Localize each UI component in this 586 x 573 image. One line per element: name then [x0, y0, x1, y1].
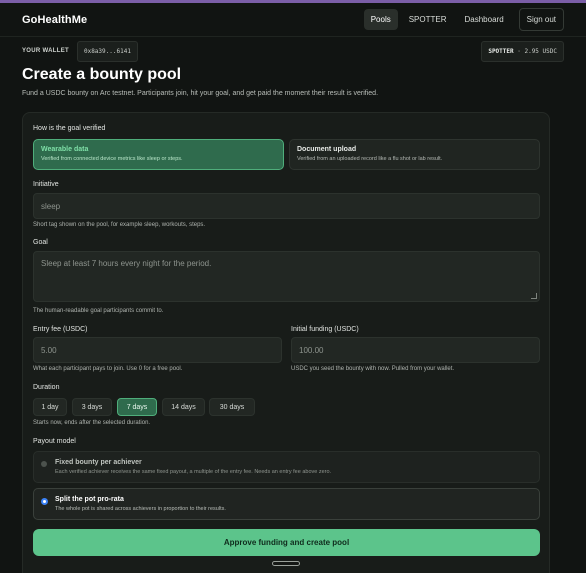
- payout-option-pro-rata[interactable]: Split the pot pro-rata The whole pot is …: [33, 488, 540, 520]
- radio-icon[interactable]: [41, 461, 47, 467]
- wallet-balance: SPOTTER · 2.95 USDC: [481, 40, 564, 62]
- entry-fee-input[interactable]: 5.00: [33, 337, 282, 363]
- nav-spotter[interactable]: SPOTTER: [402, 9, 454, 30]
- option-desc: Verified from an uploaded record like a …: [297, 156, 443, 162]
- page-subtitle: Fund a USDC bounty on Arc testnet. Parti…: [22, 90, 379, 97]
- goal-textarea[interactable]: Sleep at least 7 hours every night for t…: [33, 251, 540, 302]
- radio-selected-icon[interactable]: [41, 498, 48, 505]
- scroll-handle[interactable]: [272, 561, 300, 566]
- wallet-bar: YOUR WALLET 0x8a39...6141 SPOTTER · 2.95…: [0, 38, 586, 64]
- top-nav: GoHealthMe Pools SPOTTER Dashboard Sign …: [0, 3, 586, 37]
- payout-desc: The whole pot is shared across achievers…: [55, 506, 226, 512]
- goal-hint: The human-readable goal participants com…: [33, 308, 164, 314]
- entry-fee-label: Entry fee (USDC): [33, 326, 88, 333]
- entry-fee-hint: What each participant pays to join. Use …: [33, 366, 183, 372]
- goal-placeholder: Sleep at least 7 hours every night for t…: [41, 259, 212, 268]
- duration-7-days[interactable]: 7 days: [117, 398, 157, 416]
- approve-and-create-button[interactable]: Approve funding and create pool: [33, 529, 540, 556]
- duration-14-days[interactable]: 14 days: [162, 398, 205, 416]
- verification-label: How is the goal verified: [33, 125, 106, 132]
- create-pool-form: How is the goal verified Wearable data V…: [22, 112, 550, 573]
- wallet-label: YOUR WALLET: [22, 48, 69, 54]
- initiative-hint: Short tag shown on the pool, for example…: [33, 222, 206, 228]
- nav-dashboard[interactable]: Dashboard: [458, 9, 511, 30]
- duration-30-days[interactable]: 30 days: [209, 398, 255, 416]
- initiative-label: Initiative: [33, 181, 59, 188]
- payout-title: Fixed bounty per achiever: [55, 459, 142, 466]
- goal-label: Goal: [33, 239, 48, 246]
- payout-title: Split the pot pro-rata: [55, 496, 124, 503]
- sign-out-button[interactable]: Sign out: [518, 8, 564, 31]
- verify-option-wearable[interactable]: Wearable data Verified from connected de…: [33, 139, 284, 170]
- initial-funding-label: Initial funding (USDC): [291, 326, 359, 333]
- option-title: Wearable data: [41, 146, 89, 153]
- wallet-address[interactable]: 0x8a39...6141: [76, 40, 138, 62]
- nav-links: Pools SPOTTER Dashboard Sign out: [363, 8, 564, 31]
- duration-label: Duration: [33, 384, 60, 391]
- initial-funding-hint: USDC you seed the bounty with now. Pulle…: [291, 366, 455, 372]
- initial-funding-input[interactable]: 100.00: [291, 337, 540, 363]
- payout-option-fixed[interactable]: Fixed bounty per achiever Each verified …: [33, 451, 540, 483]
- initiative-input[interactable]: sleep: [33, 193, 540, 219]
- balance-name: SPOTTER: [488, 47, 514, 55]
- duration-1-day[interactable]: 1 day: [33, 398, 67, 416]
- payout-label: Payout model: [33, 438, 76, 445]
- duration-3-days[interactable]: 3 days: [72, 398, 112, 416]
- option-title: Document upload: [297, 146, 357, 153]
- verify-option-document[interactable]: Document upload Verified from an uploade…: [289, 139, 540, 170]
- nav-pools[interactable]: Pools: [363, 9, 398, 30]
- balance-value: · 2.95 USDC: [517, 47, 557, 55]
- page-title: Create a bounty pool: [22, 66, 182, 83]
- payout-desc: Each verified achiever receives the same…: [55, 469, 332, 475]
- brand-logo[interactable]: GoHealthMe: [22, 14, 87, 26]
- resize-handle-icon[interactable]: [531, 293, 537, 299]
- duration-hint: Starts now, ends after the selected dura…: [33, 420, 151, 426]
- option-desc: Verified from connected device metrics l…: [41, 156, 183, 162]
